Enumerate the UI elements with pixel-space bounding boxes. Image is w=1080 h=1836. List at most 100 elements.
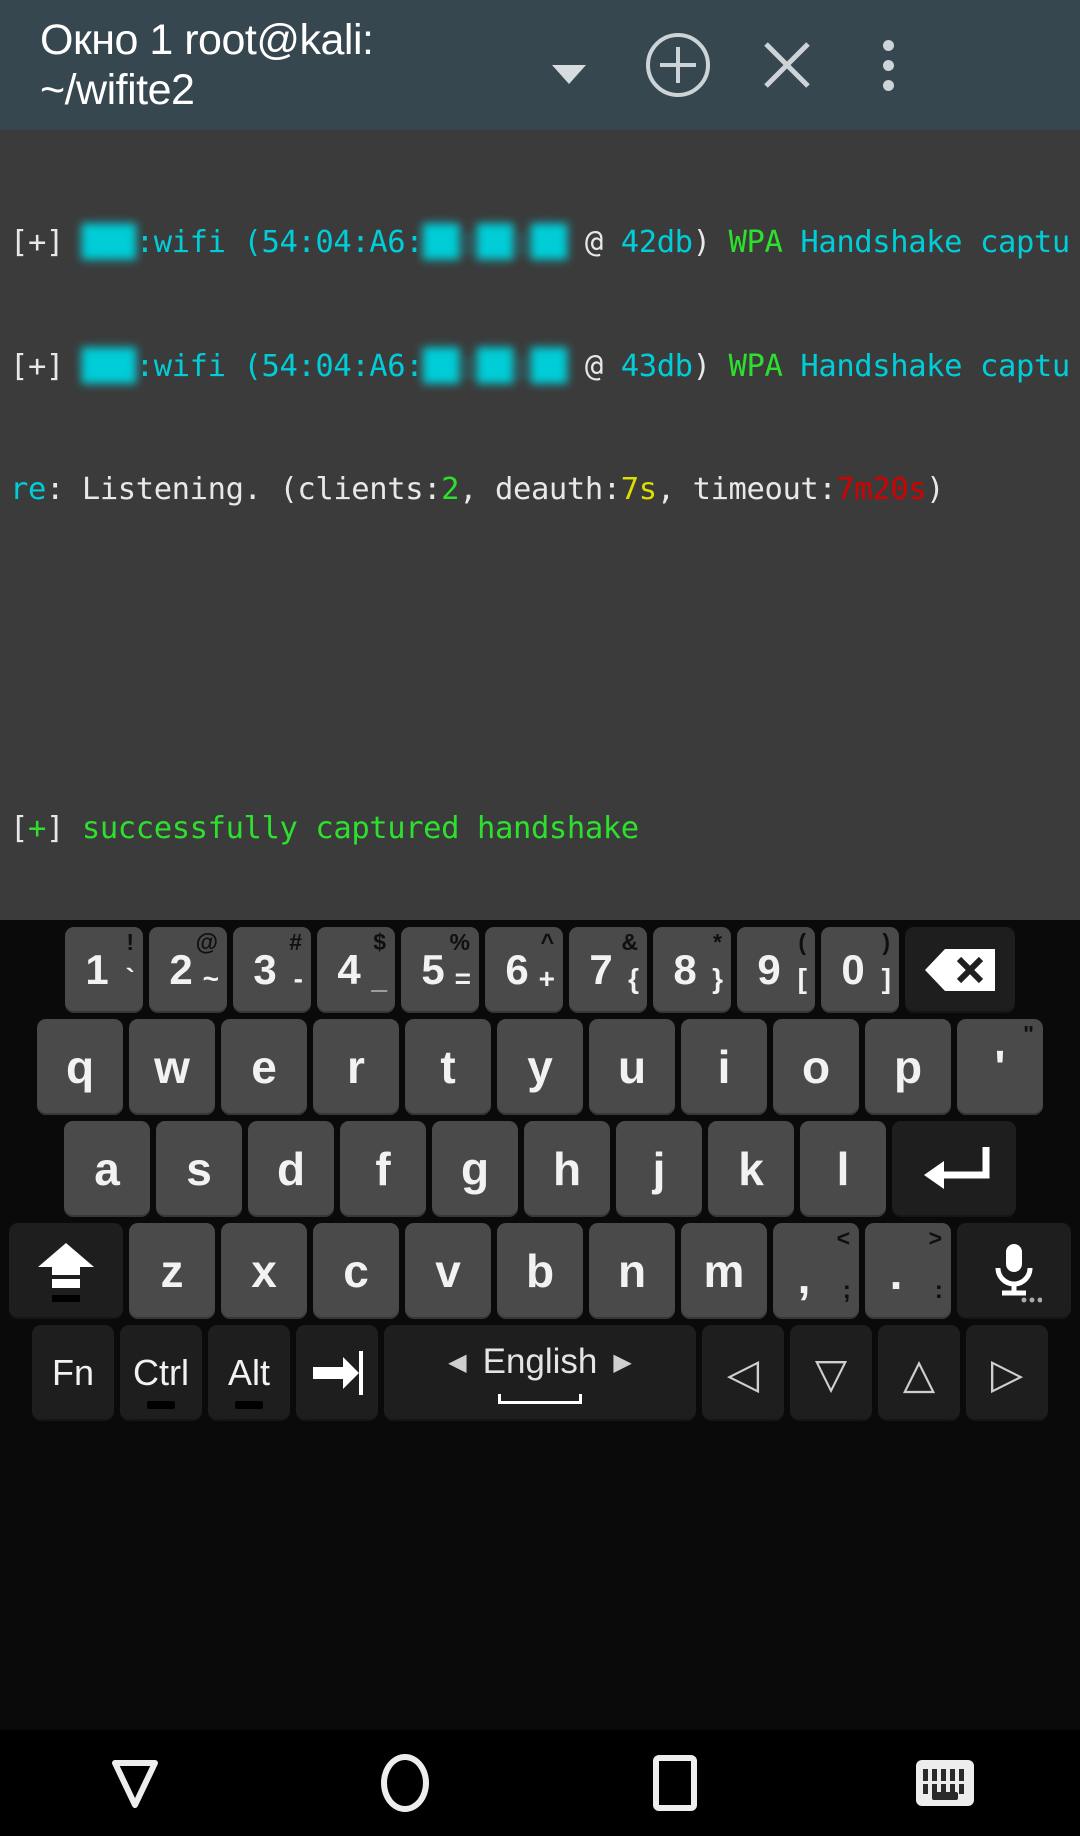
key-j[interactable]: j — [616, 1121, 702, 1217]
backspace-icon[interactable] — [905, 927, 1015, 1013]
key-1[interactable]: ! 1 ` — [65, 927, 143, 1013]
right-triangle-icon[interactable]: ▶ — [613, 1348, 631, 1377]
key-apostrophe-label: ' — [994, 1041, 1006, 1093]
key-2-alt-label: ~ — [202, 963, 219, 994]
key-e-label: e — [251, 1041, 277, 1093]
keyboard-toggle-glyph — [916, 1760, 974, 1806]
alt-key-label: Alt — [227, 1352, 270, 1393]
key-6[interactable]: ^ 6 + — [485, 927, 563, 1013]
window-title-line2: ~/wifite2 — [40, 66, 195, 114]
enter-arrow-icon[interactable] — [892, 1121, 1016, 1217]
language-switcher[interactable]: ◀ English ▶ — [448, 1342, 632, 1382]
alt-key[interactable]: Alt — [208, 1325, 290, 1421]
key-u[interactable]: u — [589, 1019, 675, 1115]
key-n-label: n — [617, 1245, 647, 1297]
left-triangle-icon[interactable]: ◀ — [448, 1348, 466, 1377]
arrow-left-key[interactable]: ◁ — [702, 1325, 784, 1421]
fn-key-label: Fn — [51, 1352, 94, 1393]
key-d[interactable]: d — [248, 1121, 334, 1217]
key-4-shift-label: $ — [373, 929, 386, 955]
key-period-label: . — [889, 1247, 903, 1299]
recents-square-icon[interactable] — [540, 1730, 810, 1836]
key-t[interactable]: t — [405, 1019, 491, 1115]
key-s[interactable]: s — [156, 1121, 242, 1217]
window-title: Окно 1 root@kali: ~/wifite2 — [14, 15, 514, 115]
key-f[interactable]: f — [340, 1121, 426, 1217]
key-3-label: 3 — [253, 946, 277, 993]
home-circle-icon[interactable] — [270, 1730, 540, 1836]
key-o[interactable]: o — [773, 1019, 859, 1115]
microphone-icon[interactable] — [957, 1223, 1071, 1319]
key-3[interactable]: #3- — [233, 927, 311, 1013]
key-q[interactable]: q — [37, 1019, 123, 1115]
key-7-label: 7 — [589, 946, 613, 993]
key-0[interactable]: ) 0] — [821, 927, 899, 1013]
chevron-down-icon[interactable] — [514, 0, 624, 130]
terminal-output[interactable]: [+] ███:wifi (54:04:A6:██:██:██ @ 42db) … — [0, 130, 1080, 920]
key-h[interactable]: h — [524, 1121, 610, 1217]
key-n[interactable]: n — [589, 1223, 675, 1319]
key-apostrophe[interactable]: " ' — [957, 1019, 1043, 1115]
key-l[interactable]: l — [800, 1121, 886, 1217]
key-8-alt-label: } — [712, 963, 723, 994]
key-k-label: k — [738, 1143, 764, 1195]
microphone-glyph — [995, 1244, 1042, 1303]
key-e[interactable]: e — [221, 1019, 307, 1115]
shift-icon[interactable] — [9, 1223, 123, 1319]
key-m[interactable]: m — [681, 1223, 767, 1319]
key-p[interactable]: p — [865, 1019, 951, 1115]
arrow-up-key[interactable]: △ — [878, 1325, 960, 1421]
key-9[interactable]: (9 [ — [737, 927, 815, 1013]
key-4-label: 4 — [337, 946, 361, 993]
on-screen-keyboard[interactable]: ! 1 ` @2 ~ #3- $4 _ % 5 = ^ 6 + & 7{ * 8} (9[ ) 0] … — [0, 920, 1080, 1730]
key-c[interactable]: c — [313, 1223, 399, 1319]
arrow-right-key[interactable]: ▷ — [966, 1325, 1048, 1421]
key-comma[interactable]: <;, — [773, 1223, 859, 1319]
key-v[interactable]: v — [405, 1223, 491, 1319]
key-o-label: o — [801, 1041, 831, 1093]
key-0-alt-label: ] — [881, 963, 891, 994]
key-z-label: z — [160, 1245, 184, 1297]
terminal-line: [+] successfully captured handshake — [10, 810, 639, 846]
keyboard-spacebar-glyph — [932, 1792, 958, 1800]
plus-circle-icon[interactable] — [624, 0, 732, 130]
key-2[interactable]: @2 ~ — [149, 927, 227, 1013]
keyboard-toggle-icon[interactable] — [810, 1730, 1080, 1836]
key-a-label: a — [94, 1143, 120, 1195]
key-k[interactable]: k — [708, 1121, 794, 1217]
fn-key[interactable]: Fn — [32, 1325, 114, 1421]
terminal-line: [+] ███:wifi (54:04:A6:██:██:██ @ 42db) … — [10, 225, 1070, 261]
key-8[interactable]: * 8} — [653, 927, 731, 1013]
overflow-menu-icon[interactable] — [842, 0, 934, 130]
key-5[interactable]: % 5 = — [401, 927, 479, 1013]
space-bar[interactable]: ◀ English ▶ — [384, 1325, 696, 1421]
keyboard-language-label: English — [482, 1342, 598, 1381]
key-g[interactable]: g — [432, 1121, 518, 1217]
key-b[interactable]: b — [497, 1223, 583, 1319]
key-z[interactable]: z — [129, 1223, 215, 1319]
back-triangle-icon[interactable] — [0, 1730, 270, 1836]
menu-dot — [882, 79, 894, 91]
key-period-alt-label: : — [934, 1276, 943, 1304]
key-7[interactable]: & 7 { — [569, 927, 647, 1013]
key-w[interactable]: w — [129, 1019, 215, 1115]
key-5-alt-label: = — [454, 963, 471, 994]
key-v-label: v — [435, 1245, 461, 1297]
ctrl-key[interactable]: Ctrl — [120, 1325, 202, 1421]
key-x[interactable]: x — [221, 1223, 307, 1319]
key-r[interactable]: r — [313, 1019, 399, 1115]
tab-arrow-icon[interactable] — [296, 1325, 378, 1421]
key-4[interactable]: $4 _ — [317, 927, 395, 1013]
key-x-label: x — [251, 1245, 277, 1297]
key-period[interactable]: >:. — [865, 1223, 951, 1319]
key-9-shift-label: ( — [798, 929, 806, 955]
close-x-icon[interactable] — [732, 0, 842, 130]
key-h-label: h — [552, 1143, 582, 1195]
tab-arrow-glyph — [313, 1351, 363, 1395]
key-a[interactable]: a — [64, 1121, 150, 1217]
arrow-down-key[interactable]: ▽ — [790, 1325, 872, 1421]
key-s-label: s — [186, 1143, 212, 1195]
key-i-label: i — [717, 1041, 731, 1093]
key-i[interactable]: i — [681, 1019, 767, 1115]
key-y[interactable]: y — [497, 1019, 583, 1115]
